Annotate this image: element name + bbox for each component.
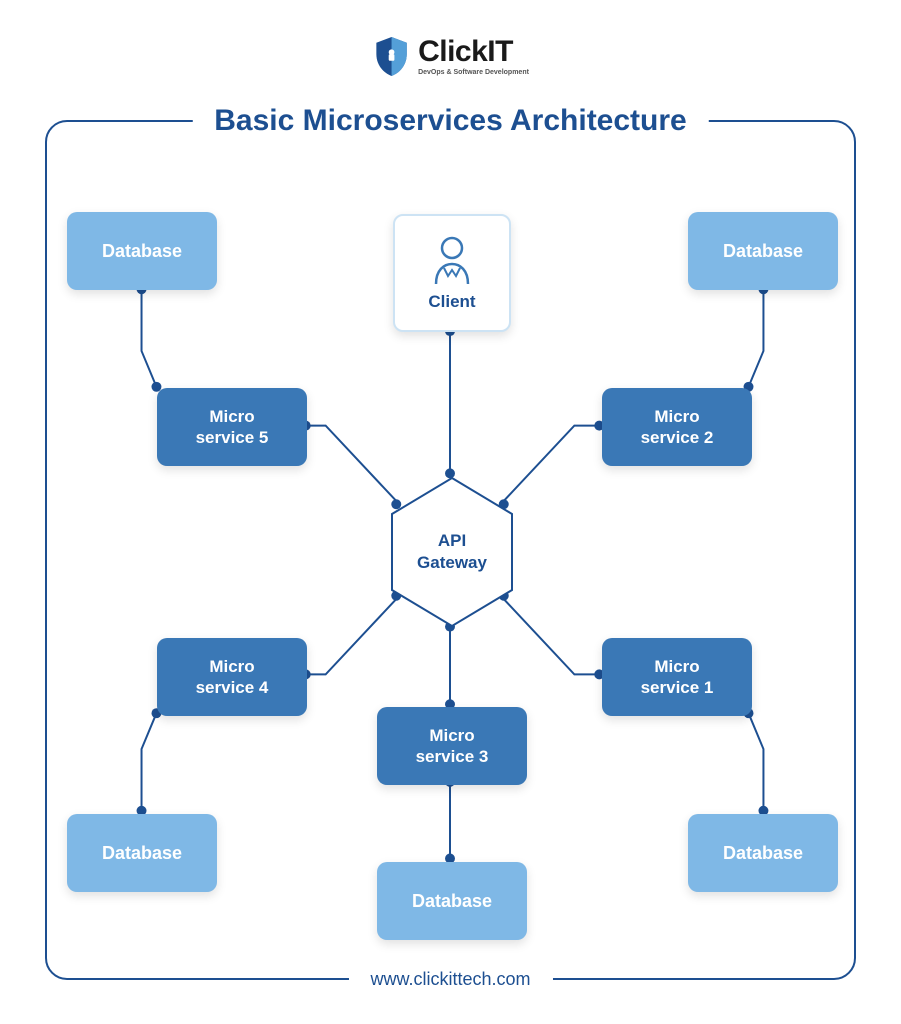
microservice-3-node: Micro service 3 (377, 707, 527, 785)
diagram-frame: Basic Microservices Architecture www.cli… (45, 120, 856, 980)
client-label: Client (428, 292, 475, 312)
api-gateway-node: API Gateway (382, 472, 522, 632)
client-node: Client (393, 214, 511, 332)
shield-icon (372, 35, 410, 77)
gateway-label: API Gateway (417, 530, 487, 574)
brand-logo: ClickIT DevOps & Software Development (372, 35, 529, 77)
brand-name: ClickIT (418, 37, 529, 67)
microservice-4-node: Micro service 4 (157, 638, 307, 716)
database-node-bottom-center: Database (377, 862, 527, 940)
database-node-bottom-left: Database (67, 814, 217, 892)
database-node-top-right: Database (688, 212, 838, 290)
microservice-5-node: Micro service 5 (157, 388, 307, 466)
user-icon (430, 234, 474, 286)
brand-tagline: DevOps & Software Development (418, 69, 529, 76)
microservice-2-node: Micro service 2 (602, 388, 752, 466)
microservice-1-node: Micro service 1 (602, 638, 752, 716)
database-node-top-left: Database (67, 212, 217, 290)
database-node-bottom-right: Database (688, 814, 838, 892)
